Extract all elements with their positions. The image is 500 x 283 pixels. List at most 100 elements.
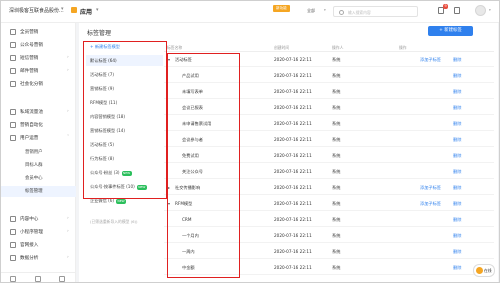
delete-link[interactable]: 删除 bbox=[453, 105, 461, 111]
tag-group-label: 活动标签 (7) bbox=[90, 72, 115, 77]
sidebar-subitem-target[interactable]: 目标人群 bbox=[1, 160, 76, 171]
tag-group-item[interactable]: 行为标签 (8) bbox=[86, 153, 163, 164]
tag-group-item[interactable]: 内容营销模型 (18) bbox=[86, 111, 163, 122]
sidebar-subitem-label: 会员中心 bbox=[25, 176, 43, 181]
chevron-right-icon[interactable]: ▸ bbox=[168, 185, 170, 190]
tag-group-item[interactable]: 企业微信 (6) NEW bbox=[86, 195, 163, 206]
tag-group-item[interactable]: 活动标签 (5) bbox=[86, 139, 163, 150]
avatar[interactable] bbox=[475, 5, 486, 16]
tag-group-label: 行为标签 (8) bbox=[90, 156, 115, 161]
sidebar-item-sms[interactable]: 短信营销 › bbox=[1, 53, 76, 64]
app-window: 深圳极客互联食品股份... ▾ 应用 ▾ 新功能 全部 ▾ 输入搜索内容 9 ▾… bbox=[0, 0, 500, 283]
delete-link[interactable]: 删除 bbox=[453, 73, 461, 79]
tag-group-item[interactable]: 公众号·粉丝 (3) NEW bbox=[86, 167, 163, 178]
online-service-button[interactable]: 在线 bbox=[473, 264, 495, 277]
operator: 系统 bbox=[332, 185, 341, 190]
store-name[interactable]: 深圳极客互联食品股份... bbox=[9, 7, 64, 14]
table-row: 一周内 2020-07-16 22:11 系统 删除 bbox=[164, 245, 494, 259]
delete-link[interactable]: 删除 bbox=[453, 169, 461, 175]
sidebar-item-automation[interactable]: 营销自动化 bbox=[1, 120, 76, 131]
delete-link[interactable]: 删除 bbox=[453, 201, 461, 207]
sidebar-item-miniprogram[interactable]: 小程序管理 › bbox=[1, 227, 76, 238]
sidebar-item-website[interactable]: 官网接入 bbox=[1, 240, 76, 251]
new-badge: NEW bbox=[121, 170, 132, 176]
sidebar-item-private-traffic[interactable]: 私域流量池 › bbox=[1, 107, 76, 118]
delete-link[interactable]: 删除 bbox=[453, 233, 461, 239]
search-scope-select[interactable]: 全部 bbox=[307, 8, 315, 14]
operator: 系统 bbox=[332, 73, 341, 78]
sidebar-subitem-label: 营销用户 bbox=[25, 150, 43, 155]
delete-link[interactable]: 删除 bbox=[453, 265, 461, 271]
collapse-icon[interactable] bbox=[59, 276, 65, 282]
new-feature-badge[interactable]: 新功能 bbox=[273, 5, 290, 12]
sidebar-item-label: 私域流量池 bbox=[20, 110, 43, 115]
created-time: 2020-07-16 22:11 bbox=[274, 137, 312, 142]
sidebar-subitem-label: 目标人群 bbox=[25, 163, 43, 168]
delete-link[interactable]: 删除 bbox=[453, 57, 461, 63]
help-icon[interactable] bbox=[35, 276, 41, 282]
tag-name: 会议参与者 bbox=[182, 137, 203, 142]
sidebar-subitem-tag-management[interactable]: 标签管理 bbox=[1, 186, 76, 197]
tag-group-item[interactable]: RFM模型 (11) bbox=[86, 97, 163, 108]
operator: 系统 bbox=[332, 105, 341, 110]
sidebar-item-user-ops[interactable]: 用户运营 ˅ bbox=[1, 133, 76, 144]
pool-icon bbox=[10, 109, 16, 115]
delete-link[interactable]: 删除 bbox=[453, 137, 461, 143]
new-tag-button[interactable]: + 新建标签 bbox=[428, 26, 473, 36]
sidebar-item-distribution[interactable]: 社会化分销 bbox=[1, 79, 76, 90]
sidebar-item-content[interactable]: 内容中心 › bbox=[1, 214, 76, 225]
store-chevron-down-icon[interactable]: ▾ bbox=[61, 6, 64, 12]
delete-link[interactable]: 删除 bbox=[453, 89, 461, 95]
delete-link[interactable]: 删除 bbox=[453, 153, 461, 159]
operator: 系统 bbox=[332, 233, 341, 238]
chevron-down-icon[interactable]: ▾ bbox=[168, 201, 170, 206]
avatar-chevron-down-icon[interactable]: ▾ bbox=[489, 8, 491, 12]
chevron-right-icon: › bbox=[67, 109, 69, 114]
delete-link[interactable]: 删除 bbox=[453, 217, 461, 223]
sidebar-item-all-marketing[interactable]: 全员营销 bbox=[1, 27, 76, 38]
scope-chevron-down-icon[interactable]: ▾ bbox=[324, 8, 326, 12]
sidebar-item-wechat[interactable]: 公众号营销 bbox=[1, 40, 76, 51]
tag-group-item[interactable]: 默认标签 (64) bbox=[86, 55, 163, 66]
sidebar-subitem-label: 标签管理 bbox=[25, 189, 43, 194]
operator: 系统 bbox=[332, 169, 341, 174]
table-row: 未填写表单 2020-07-16 22:11 系统 删除 bbox=[164, 85, 494, 99]
add-tag-model-button[interactable]: + 新建标签模型 bbox=[86, 41, 163, 52]
sidebar-subitem-users[interactable]: 营销用户 bbox=[1, 147, 76, 158]
search-placeholder: 输入搜索内容 bbox=[348, 10, 371, 15]
sidebar-item-analytics[interactable]: 数据分析 › bbox=[1, 253, 76, 264]
search-input[interactable]: 输入搜索内容 bbox=[333, 6, 418, 17]
chevron-down-icon[interactable]: ▾ bbox=[168, 57, 170, 62]
add-child-tag-link[interactable]: 添加子标签 bbox=[420, 185, 441, 191]
table-row: ▸ 社交传播影响 2020-07-16 22:11 系统 添加子标签 删除 bbox=[164, 181, 494, 195]
settings-icon[interactable] bbox=[10, 276, 16, 282]
delete-link[interactable]: 删除 bbox=[453, 185, 461, 191]
add-child-tag-link[interactable]: 添加子标签 bbox=[420, 57, 441, 63]
chevron-right-icon: › bbox=[67, 68, 69, 73]
sidebar: 全员营销 公众号营销 短信营销 › 邮件营销 › 社会化分销 私域流量池 › 营… bbox=[1, 23, 76, 282]
tag-group-text: 公众号·按事件标签 (10) bbox=[90, 184, 135, 189]
tag-name: 产品试用 bbox=[182, 73, 199, 78]
tag-group-item[interactable]: 活动标签 (7) bbox=[86, 69, 163, 80]
app-grid-icon bbox=[71, 7, 77, 13]
tag-group-item[interactable]: 营销标签 (9) bbox=[86, 83, 163, 94]
document-icon[interactable] bbox=[454, 7, 460, 14]
user-icon bbox=[10, 135, 16, 141]
operator: 系统 bbox=[332, 89, 341, 94]
chevron-right-icon: › bbox=[67, 229, 69, 234]
delete-link[interactable]: 删除 bbox=[453, 121, 461, 127]
app-chevron-down-icon[interactable]: ▾ bbox=[96, 7, 99, 13]
table-row: 会议参与者 2020-07-16 22:11 系统 删除 bbox=[164, 133, 494, 147]
sidebar-item-email[interactable]: 邮件营销 › bbox=[1, 66, 76, 77]
sidebar-subitem-member[interactable]: 会员中心 bbox=[1, 173, 76, 184]
tag-group-text: 公众号·粉丝 (3) bbox=[90, 170, 120, 175]
add-child-tag-link[interactable]: 添加子标签 bbox=[420, 201, 441, 207]
operator: 系统 bbox=[332, 265, 341, 270]
delete-link[interactable]: 删除 bbox=[453, 249, 461, 255]
tag-group-item[interactable]: 公众号·按事件标签 (10) NEW bbox=[86, 181, 163, 192]
tag-name: 未填写表单 bbox=[182, 89, 203, 94]
tag-group-item[interactable]: 营销标签模型 (14) bbox=[86, 125, 163, 136]
app-switcher[interactable]: 应用 bbox=[80, 7, 92, 16]
table-row: 中金额 2020-07-16 22:11 系统 删除 bbox=[164, 261, 494, 275]
sidebar-item-label: 全员营销 bbox=[20, 30, 39, 35]
